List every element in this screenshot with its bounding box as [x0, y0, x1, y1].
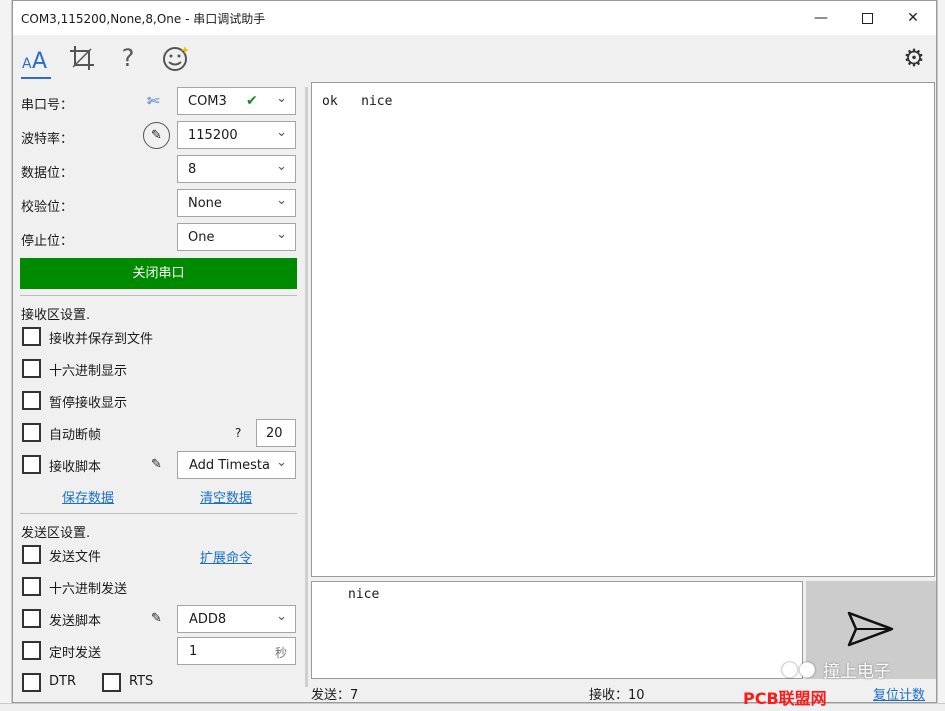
send-script-select[interactable]: ADD8 ⌄	[177, 605, 296, 633]
port-disconnect-icon[interactable]: ✄	[147, 92, 160, 110]
receive-text: ok nice	[322, 94, 393, 109]
recv-script-checkbox[interactable]	[22, 455, 41, 474]
parity-select[interactable]: None ⌄	[177, 189, 296, 217]
divider	[20, 513, 297, 514]
timed-send-input[interactable]: 1 秒	[177, 637, 296, 665]
recv-script-select[interactable]: Add Timesta ⌄	[177, 451, 296, 479]
svg-text:A: A	[32, 49, 47, 72]
background-window-left	[0, 0, 12, 711]
timed-send-checkbox[interactable]	[22, 641, 41, 660]
chevron-down-icon: ⌄	[276, 609, 287, 624]
parity-value: None	[188, 196, 222, 211]
port-select[interactable]: COM3 ✔ ⌄	[177, 87, 296, 115]
sent-count: 发送：7	[311, 688, 359, 703]
save-to-file-label: 接收并保存到文件	[49, 332, 154, 347]
send-file-checkbox[interactable]	[22, 545, 41, 564]
active-tab-underline	[21, 77, 51, 79]
maximize-button[interactable]	[844, 1, 890, 35]
receive-settings-header: 接收区设置.	[21, 308, 91, 323]
port-ok-check-icon: ✔	[246, 93, 258, 109]
chevron-down-icon: ⌄	[276, 193, 287, 208]
send-settings-header: 发送区设置.	[21, 526, 91, 541]
recv-script-label: 接收脚本	[49, 460, 102, 475]
send-arrow-icon	[847, 611, 894, 647]
baud-label: 波特率：	[21, 132, 74, 147]
rts-checkbox[interactable]	[102, 673, 121, 692]
send-script-value: ADD8	[189, 612, 227, 627]
auto-frame-checkbox[interactable]	[22, 423, 41, 442]
auto-frame-value: 20	[266, 426, 283, 441]
chevron-down-icon: ⌄	[276, 125, 287, 140]
clear-data-link[interactable]: 清空数据	[200, 487, 252, 506]
divider	[20, 295, 297, 296]
recv-script-value: Add Timesta	[189, 458, 270, 473]
window-title: COM3,115200,None,8,One - 串口调试助手	[21, 12, 266, 26]
hex-display-checkbox[interactable]	[22, 359, 41, 378]
close-port-button[interactable]: 关闭串口	[20, 258, 297, 289]
extend-command-link[interactable]: 扩展命令	[200, 547, 252, 566]
pause-display-checkbox[interactable]	[22, 391, 41, 410]
help-icon[interactable]: ?	[111, 41, 145, 75]
watermark-site: PCB联盟网（Pcbbar.com）	[743, 689, 827, 708]
watermark-channel-name: 撞上电子	[823, 662, 891, 682]
chevron-down-icon: ⌄	[276, 91, 287, 106]
baud-select[interactable]: 115200 ⌄	[177, 121, 296, 149]
send-script-label: 发送脚本	[49, 614, 102, 629]
left-panel-scrollbar[interactable]	[305, 87, 308, 687]
send-text: nice	[348, 587, 380, 602]
close-button[interactable]: ✕	[890, 1, 936, 35]
rts-label: RTS	[129, 674, 154, 689]
minimize-button[interactable]: —	[798, 1, 844, 35]
svg-text:A: A	[22, 56, 32, 72]
save-to-file-checkbox[interactable]	[22, 327, 41, 346]
auto-frame-label: 自动断帧	[49, 428, 102, 443]
baud-value: 115200	[188, 128, 238, 143]
font-settings-icon[interactable]: A A	[19, 41, 53, 75]
dtr-checkbox[interactable]	[22, 673, 41, 692]
minimize-icon: —	[814, 10, 828, 26]
chevron-down-icon: ⌄	[276, 455, 287, 470]
port-label: 串口号：	[21, 98, 74, 113]
auto-frame-input[interactable]: 20	[256, 419, 296, 447]
stopbits-value: One	[188, 230, 215, 245]
send-textarea[interactable]: nice	[311, 581, 803, 679]
databits-select[interactable]: 8 ⌄	[177, 155, 296, 183]
hex-send-label: 十六进制发送	[49, 582, 128, 597]
baud-edit-icon[interactable]: ✎	[143, 122, 170, 149]
hex-send-checkbox[interactable]	[22, 577, 41, 596]
send-file-label: 发送文件	[49, 550, 102, 565]
chevron-down-icon: ⌄	[276, 159, 287, 174]
hex-display-label: 十六进制显示	[49, 364, 128, 379]
smile-icon[interactable]	[159, 41, 193, 75]
close-icon: ✕	[907, 10, 919, 26]
save-data-link[interactable]: 保存数据	[62, 487, 114, 506]
timed-send-value: 1	[189, 644, 198, 659]
dtr-label: DTR	[49, 674, 76, 689]
timed-send-unit: 秒	[274, 646, 287, 660]
gear-icon[interactable]: ⚙	[897, 41, 931, 75]
databits-label: 数据位：	[21, 166, 74, 181]
serial-assistant-window: COM3,115200,None,8,One - 串口调试助手 — ✕ A A …	[12, 0, 937, 708]
chevron-down-icon: ⌄	[276, 227, 287, 242]
send-script-checkbox[interactable]	[22, 609, 41, 628]
toolbar: A A ? ⚙	[13, 35, 936, 81]
wechat-icon: ●●	[781, 656, 816, 680]
databits-value: 8	[188, 162, 197, 177]
background-window-right	[937, 0, 945, 711]
received-count: 接收：10	[589, 688, 645, 703]
title-bar: COM3,115200,None,8,One - 串口调试助手 — ✕	[13, 1, 936, 35]
parity-label: 校验位：	[21, 200, 74, 215]
stopbits-label: 停止位：	[21, 234, 74, 249]
maximize-icon	[861, 12, 873, 24]
pause-display-label: 暂停接收显示	[49, 396, 128, 411]
auto-frame-help-icon[interactable]: ?	[235, 426, 241, 440]
port-value: COM3	[188, 94, 227, 109]
crop-icon[interactable]	[65, 41, 99, 75]
recv-script-edit-icon[interactable]: ✎	[151, 457, 162, 472]
stopbits-select[interactable]: One ⌄	[177, 223, 296, 251]
receive-textarea[interactable]: ok nice	[311, 82, 935, 577]
timed-send-label: 定时发送	[49, 646, 102, 661]
send-script-edit-icon[interactable]: ✎	[151, 611, 162, 626]
